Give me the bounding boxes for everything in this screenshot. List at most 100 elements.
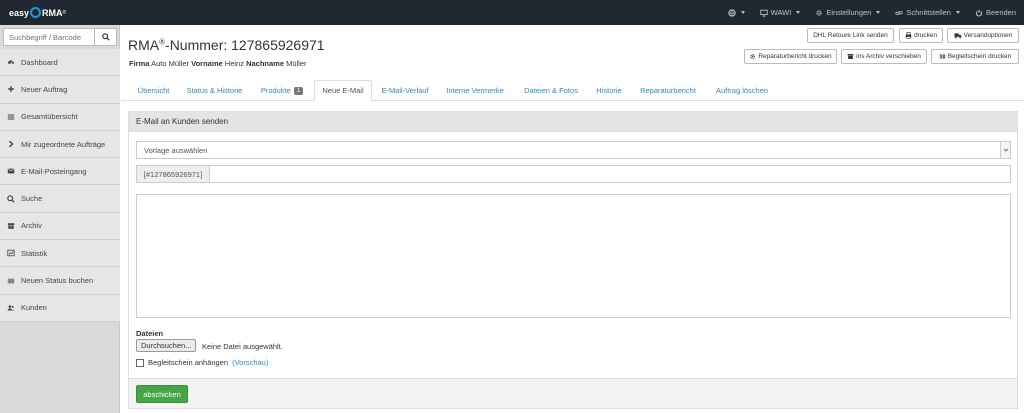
logo-ring-icon xyxy=(30,7,42,18)
barcode-icon xyxy=(939,54,945,59)
tab-label: E-Mail-Verlauf xyxy=(381,86,429,95)
wawi-label: WAWI xyxy=(770,8,792,17)
wawi-menu[interactable]: WAWI xyxy=(759,8,801,17)
products-count-badge: 1 xyxy=(293,86,304,95)
attach-slip-checkbox[interactable] xyxy=(136,358,144,367)
select-arrow xyxy=(1000,142,1010,158)
sidebar-search xyxy=(3,28,117,46)
tab-repair-report[interactable]: Reparaturbericht xyxy=(636,80,700,101)
email-body-textarea[interactable] xyxy=(136,194,1011,318)
sidebar-item-customers[interactable]: Kunden xyxy=(0,294,120,322)
subject-input[interactable] xyxy=(210,165,1011,183)
print-slip-label: Begleitschein drucken xyxy=(947,53,1012,60)
sidebar-item-label: Archiv xyxy=(21,221,42,231)
sidebar-item-label: Gesamtübersicht xyxy=(21,112,78,122)
interfaces-menu[interactable]: Schnittstellen xyxy=(895,8,960,17)
repair-report-button[interactable]: Reparaturbericht drucken xyxy=(744,49,837,64)
shipping-options-button[interactable]: Versandoptionen xyxy=(947,28,1019,43)
subject-prefix: [#127865926971] xyxy=(136,165,210,183)
link-icon xyxy=(895,10,903,15)
settings-menu[interactable]: Einstellungen xyxy=(815,8,881,17)
tab-history[interactable]: Historie xyxy=(592,80,626,101)
truck-icon xyxy=(954,33,962,39)
sidebar-item-archive[interactable]: Archiv xyxy=(0,212,120,241)
sidebar-item-my-orders[interactable]: Mir zugeordnete Aufträge xyxy=(0,130,120,159)
interfaces-label: Schnittstellen xyxy=(906,8,951,17)
sidebar-item-label: Statistik xyxy=(21,248,48,258)
tab-label: Status & Historie xyxy=(186,86,243,95)
panel-heading-text: E-Mail an Kunden senden xyxy=(136,117,229,126)
power-icon xyxy=(975,9,983,16)
barcode-icon xyxy=(7,277,15,285)
sidebar-item-label: Mir zugeordnete Aufträge xyxy=(21,139,106,149)
tab-label: Neue E-Mail xyxy=(322,86,364,95)
archive-icon xyxy=(7,222,15,230)
tab-email-history[interactable]: E-Mail-Verlauf xyxy=(378,80,432,101)
logout-button[interactable]: Beenden xyxy=(975,8,1016,17)
sidebar-item-inbox[interactable]: E-Mail-Posteingang xyxy=(0,158,120,186)
chevron-down-icon xyxy=(876,11,881,14)
tab-products[interactable]: Produkte 1 xyxy=(255,80,309,101)
vorname-value: Heinz xyxy=(224,59,244,68)
template-select[interactable]: Vorlage auswählen xyxy=(136,141,1011,159)
printer-icon xyxy=(905,32,912,39)
sidebar-item-overview[interactable]: Gesamtübersicht xyxy=(0,103,120,131)
sidebar-item-label: E-Mail-Posteingang xyxy=(21,166,87,176)
logout-label: Beenden xyxy=(985,8,1016,17)
search-input[interactable] xyxy=(4,29,94,45)
tab-label: Reparaturbericht xyxy=(640,86,696,95)
chevron-down-icon xyxy=(1003,148,1008,152)
send-button[interactable]: abschicken xyxy=(136,385,188,403)
tab-label: Auftrag löschen xyxy=(715,86,769,95)
sidebar-item-search[interactable]: Suche xyxy=(0,185,120,213)
tab-delete-order[interactable]: Auftrag löschen xyxy=(710,80,774,101)
sidebar-item-label: Suche xyxy=(21,194,43,204)
nachname-value: Müller xyxy=(286,59,307,68)
attach-slip-row: Begleitschein anhängen (Vorschau) xyxy=(136,358,268,367)
tab-label: Produkte xyxy=(260,86,291,95)
chevron-down-icon xyxy=(955,11,960,14)
sidebar-item-label: Neuen Status buchen xyxy=(21,276,94,286)
dhl-return-button[interactable]: DHL Retoure Link senden xyxy=(807,28,894,43)
sidebar-item-new-order[interactable]: Neuer Auftrag xyxy=(0,76,120,104)
subject-row: [#127865926971] xyxy=(136,165,1011,183)
archive-button[interactable]: ins Archiv verschieben xyxy=(841,49,927,64)
files-label: Dateien xyxy=(136,329,164,338)
language-menu[interactable] xyxy=(727,8,745,17)
tab-internal-notes[interactable]: Interne Vermerke xyxy=(443,80,507,101)
attach-slip-label: Begleitschein anhängen xyxy=(148,358,229,367)
tab-files-photos[interactable]: Dateien & Fotos xyxy=(520,80,582,101)
title-prefix: RMA xyxy=(128,37,160,53)
sidebar-item-label: Neuer Auftrag xyxy=(21,84,68,94)
page-title: RMA®-Nummer: 127865926971 xyxy=(128,37,325,53)
sidebar-item-dashboard[interactable]: Dashboard xyxy=(0,49,120,77)
dashboard-icon xyxy=(7,58,15,66)
nachname-label: Nachname xyxy=(246,59,284,68)
template-select-value: Vorlage auswählen xyxy=(144,145,208,155)
search-icon xyxy=(7,194,15,203)
users-icon xyxy=(7,304,15,312)
settings-label: Einstellungen xyxy=(826,8,872,17)
email-panel: E-Mail an Kunden senden Vorlage auswähle… xyxy=(128,111,1018,409)
browse-button[interactable]: Durchsuchen... xyxy=(136,339,197,352)
tab-status-history[interactable]: Status & Historie xyxy=(182,80,247,101)
tab-overview[interactable]: Übersicht xyxy=(130,80,177,101)
tab-label: Dateien & Fotos xyxy=(524,86,578,95)
preview-link[interactable]: (Vorschau) xyxy=(232,358,268,367)
sidebar: Dashboard Neuer Auftrag Gesamtübersicht … xyxy=(0,25,120,413)
sidebar-item-book-status[interactable]: Neuen Status buchen xyxy=(0,267,120,295)
print-button[interactable]: drucken xyxy=(899,28,943,43)
firma-label: Firma xyxy=(129,59,150,68)
search-button[interactable] xyxy=(94,29,116,45)
sidebar-item-label: Kunden xyxy=(21,303,47,313)
nav-right-menu: WAWI Einstellungen Schnittstellen Beende… xyxy=(727,0,1016,25)
brand-reg: ® xyxy=(62,9,67,16)
print-slip-button[interactable]: Begleitschein drucken xyxy=(931,49,1019,64)
sidebar-item-statistics[interactable]: Statistik xyxy=(0,240,120,268)
brand-logo[interactable]: easy RMA ® xyxy=(9,5,66,20)
search-icon xyxy=(101,33,110,41)
dhl-return-label: DHL Retoure Link senden xyxy=(813,32,888,39)
archive-icon xyxy=(847,54,854,59)
tab-new-email[interactable]: Neue E-Mail xyxy=(314,80,372,101)
brand-left: easy xyxy=(9,7,30,18)
